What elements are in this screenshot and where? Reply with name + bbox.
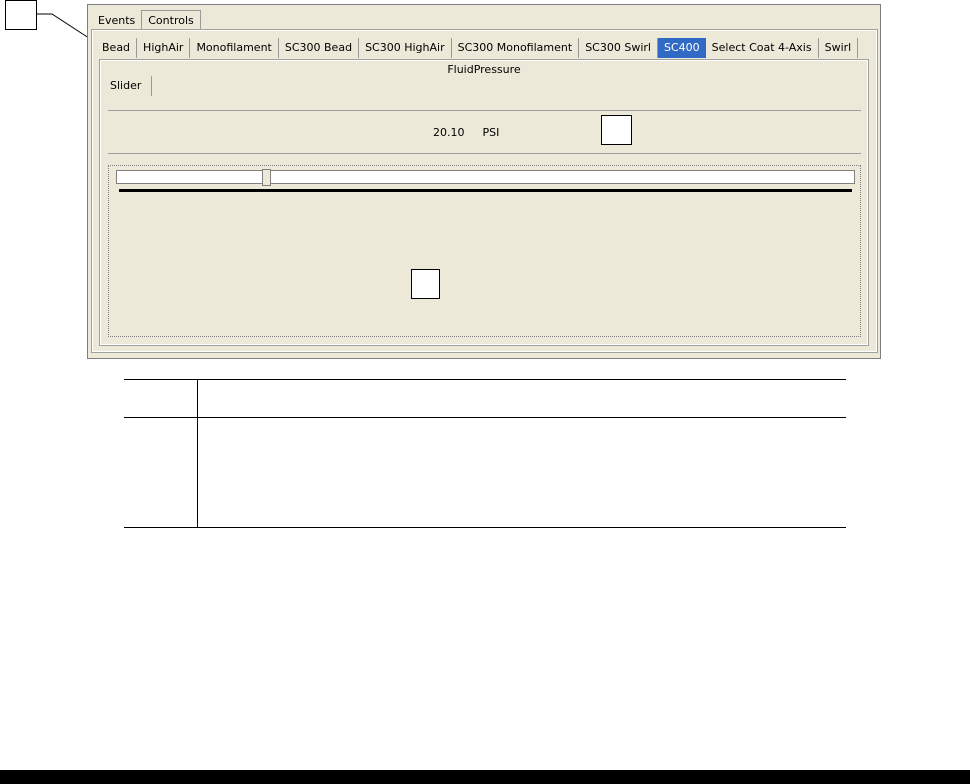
description-table: [124, 379, 846, 528]
sub-tabbar: Slider: [104, 76, 153, 96]
table-column-divider: [197, 380, 198, 527]
group-title: FluidPressure: [447, 63, 521, 76]
page-bottom-bar: [0, 770, 970, 784]
pressure-unit: PSI: [482, 126, 500, 139]
tab-sc400[interactable]: SC400: [657, 38, 706, 58]
tab-select-coat-4-axis[interactable]: Select Coat 4-Axis: [706, 38, 819, 58]
tab-slider[interactable]: Slider: [104, 76, 153, 96]
tab-sc300-monofilament[interactable]: SC300 Monofilament: [452, 38, 580, 58]
tab-sc300-highair[interactable]: SC300 HighAir: [359, 38, 452, 58]
tab-bead[interactable]: Bead: [96, 38, 138, 58]
tab-controls[interactable]: Controls: [141, 10, 201, 31]
callout-2: [601, 115, 632, 145]
reading-row: 20.10 PSI: [433, 126, 499, 139]
callout-1: [5, 0, 37, 30]
tab-sc300-bead[interactable]: SC300 Bead: [279, 38, 360, 58]
tab-highair[interactable]: HighAir: [137, 38, 191, 58]
pressure-slider[interactable]: [116, 170, 855, 184]
pressure-value: 20.10: [433, 126, 465, 139]
tab-sc300-swirl[interactable]: SC300 Swirl: [579, 38, 658, 58]
tab-monofilament[interactable]: Monofilament: [190, 38, 279, 58]
tab-swirl[interactable]: Swirl: [819, 38, 859, 58]
callout-3: [411, 269, 440, 299]
outer-tabbar: Events Controls: [92, 10, 201, 31]
device-tabbar: Bead HighAir Monofilament SC300 Bead SC3…: [96, 38, 859, 58]
table-row-divider: [124, 417, 846, 418]
slider-baseline: [119, 189, 852, 192]
slider-thumb[interactable]: [262, 169, 271, 186]
tab-events[interactable]: Events: [92, 11, 141, 31]
